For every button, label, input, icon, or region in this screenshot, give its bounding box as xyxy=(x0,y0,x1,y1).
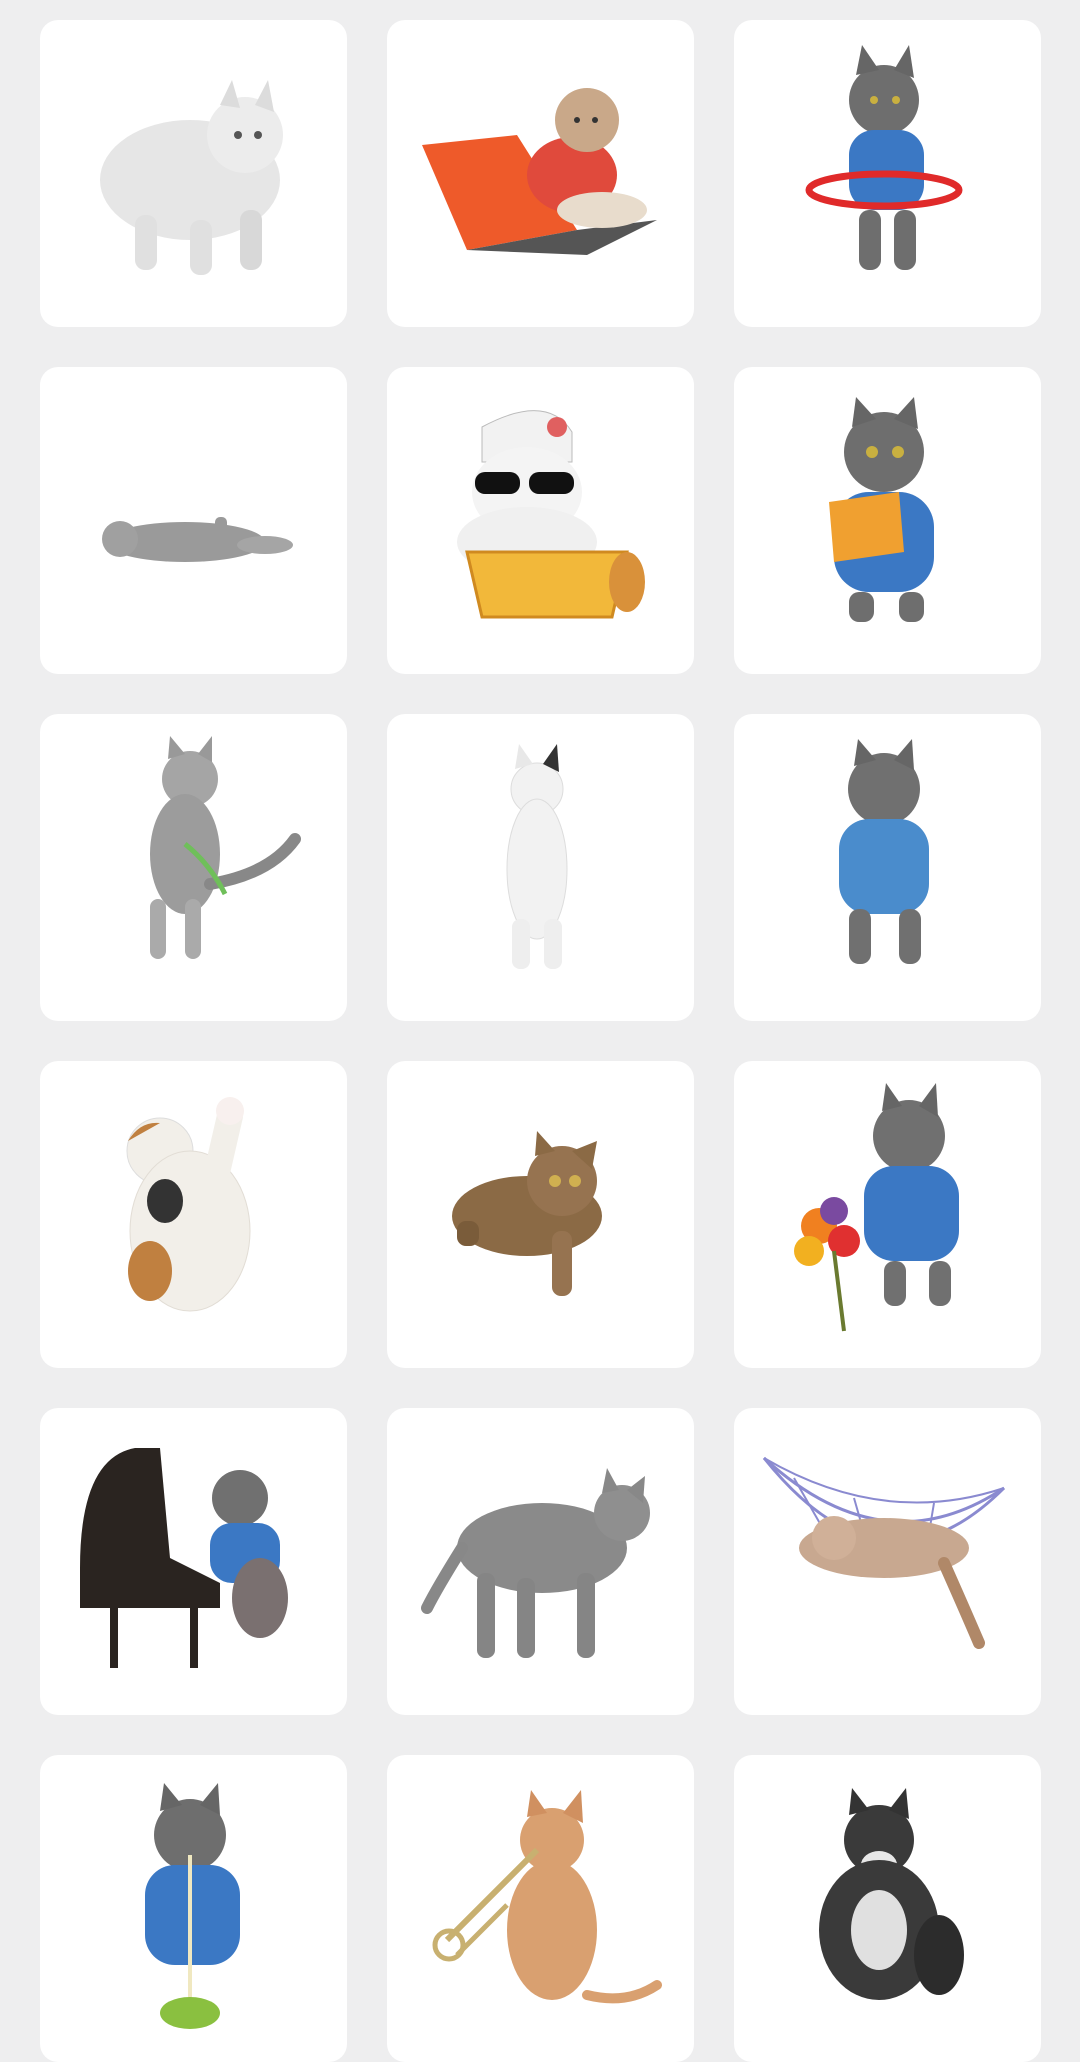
cat-blue-shirt-icon xyxy=(839,739,929,964)
sticker-grid xyxy=(0,0,1080,2062)
sticker-tile-11[interactable] xyxy=(387,1061,694,1368)
sticker-tile-17[interactable] xyxy=(387,1755,694,2062)
cat-sunglasses-basket-icon xyxy=(457,410,645,619)
sticker-tile-16[interactable] xyxy=(40,1755,347,2062)
gray-cat-walking-icon xyxy=(421,1468,650,1658)
cat-in-hammock-icon xyxy=(762,1456,1006,1649)
cat-eating-noodles-icon xyxy=(145,1783,240,2029)
cat-reading-book-icon xyxy=(829,397,934,622)
cat-with-laptop-icon xyxy=(422,88,657,255)
sticker-tile-10[interactable] xyxy=(40,1061,347,1368)
cat-lying-down-icon xyxy=(102,517,293,562)
calico-cat-waving-icon xyxy=(126,1097,251,1312)
sticker-tile-14[interactable] xyxy=(387,1408,694,1715)
sticker-tile-9[interactable] xyxy=(734,714,1041,1021)
sticker-tile-12[interactable] xyxy=(734,1061,1041,1368)
sticker-tile-4[interactable] xyxy=(40,367,347,674)
tabby-cat-leaping-icon xyxy=(452,1131,602,1296)
cat-playing-piano-icon xyxy=(80,1448,288,1668)
white-fluffy-cat-icon xyxy=(100,80,283,275)
sticker-tile-18[interactable] xyxy=(734,1755,1041,2062)
cat-playing-trombone-icon xyxy=(432,1790,662,2004)
sticker-tile-2[interactable] xyxy=(387,20,694,327)
sticker-tile-13[interactable] xyxy=(40,1408,347,1715)
sticker-tile-6[interactable] xyxy=(734,367,1041,674)
sticker-tile-7[interactable] xyxy=(40,714,347,1021)
cat-hula-hoop-icon xyxy=(805,45,963,270)
cat-with-flowers-icon xyxy=(794,1083,959,1332)
sticker-tile-8[interactable] xyxy=(387,714,694,1021)
sticker-tile-1[interactable] xyxy=(40,20,347,327)
black-white-cat-icon xyxy=(819,1788,964,2000)
white-cat-standing-icon xyxy=(506,744,568,969)
sticker-tile-3[interactable] xyxy=(734,20,1041,327)
sticker-tile-15[interactable] xyxy=(734,1408,1041,1715)
tabby-cat-standing-icon xyxy=(150,736,301,959)
sticker-tile-5[interactable] xyxy=(387,367,694,674)
